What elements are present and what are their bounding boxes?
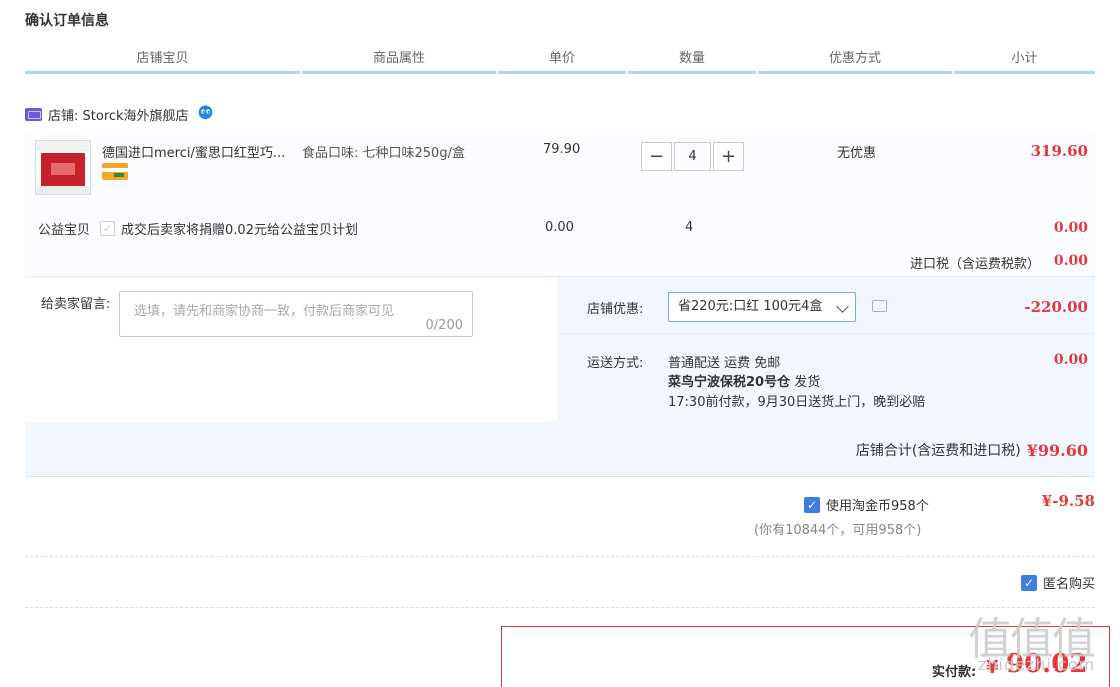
col-header-discount: 优惠方式 [758,48,952,74]
unit-price: 79.90 [543,142,581,157]
divider [25,556,1095,557]
order-options-block: 给卖家留言: 选填，请先和商家协商一致，付款后商家可见 0/200 店铺优惠: … [25,276,1095,477]
page-title: 确认订单信息 [25,13,109,29]
anonymous-label: 匿名购买 [1042,577,1095,592]
charity-text: 成交后卖家将捐赠0.02元给公益宝贝计划 [121,223,358,238]
import-tax-label: 进口税（含运费税款） [909,257,1040,272]
chevron-down-icon [836,300,849,313]
shop-coupon-select[interactable]: 省220元:口红 100元4盒 [668,292,856,322]
shipping-row: 运送方式: 普通配送 运费 免邮 菜鸟宁波保税20号仓 发货 17:30前付款，… [560,334,1095,422]
item-subtotal: 319.60 [1030,142,1088,160]
payment-card-icon [102,163,128,180]
promotion-text: 无优惠 [837,146,877,161]
product-title[interactable]: 德国进口merci/蜜思口红型巧... [102,142,292,161]
shop-coupon-label: 店铺优惠: [587,302,644,317]
warehouse-dispatch: 发货 [794,375,821,390]
charity-label: 公益宝贝 [38,223,91,238]
anonymous-purchase-row[interactable]: ✓ 匿名购买 [1020,573,1095,592]
quantity-plus-button[interactable]: + [713,142,744,171]
shop-total-value: ¥99.60 [1026,440,1088,460]
quantity-input[interactable]: 4 [674,142,711,171]
seller-message-counter: 0/200 [425,318,463,333]
product-attribute: 食品口味: 七种口味250g/盒 [302,146,465,161]
shop-name[interactable]: 店铺: Storck海外旗舰店 [48,105,189,124]
column-headers: 店铺宝贝 商品属性 单价 数量 优惠方式 小计 [25,48,1095,74]
shop-row: 店铺: Storck海外旗舰店 [25,102,214,126]
shop-total: 店铺合计(含运费和进口税) ¥99.60 [856,440,1088,460]
shipping-label: 运送方式: [587,356,644,371]
taojinbi-note: (你有10844个，可用958个) [754,523,922,538]
taojinbi-label: 使用淘金币958个 [826,499,929,514]
shop-coupon-value: -220.00 [1024,298,1088,316]
order-item-block: 德国进口merci/蜜思口红型巧... 食品口味: 七种口味250g/盒 79.… [25,132,1095,276]
col-header-subtotal: 小计 [954,48,1095,74]
quantity-minus-button[interactable]: − [641,142,672,171]
charity-subtotal: 0.00 [1053,220,1088,236]
charity-quantity: 4 [685,220,694,235]
message-bubble-icon[interactable] [872,300,887,312]
quantity-stepper: − 4 + [641,142,744,171]
taojinbi-row[interactable]: ✓ 使用淘金币958个 [804,495,929,514]
anonymous-checkbox[interactable]: ✓ [1020,574,1037,591]
taojinbi-checkbox[interactable]: ✓ [804,496,820,513]
import-tax-value: 0.00 [1053,253,1088,269]
shop-coupon-row: 店铺优惠: 省220元:口红 100元4盒 -220.00 [560,277,1095,334]
wangwang-chat-icon[interactable] [197,103,214,120]
shipping-method: 普通配送 运费 免邮 [668,356,781,371]
seller-message-placeholder: 选填，请先和商家协商一致，付款后商家可见 [134,304,395,319]
charity-checkbox: ✓ [100,221,116,236]
col-header-quantity: 数量 [628,48,756,74]
payment-label: 实付款: [932,665,977,680]
tmall-shop-icon [25,107,42,121]
col-header-attributes: 商品属性 [302,48,496,74]
warehouse-name: 菜鸟宁波保税20号仓 [668,375,791,390]
seller-message-input[interactable]: 选填，请先和商家协商一致，付款后商家可见 0/200 [119,291,473,337]
shipping-fee: 0.00 [1053,352,1088,368]
charity-price: 0.00 [545,220,574,235]
seller-message-area: 给卖家留言: 选填，请先和商家协商一致，付款后商家可见 0/200 [25,277,559,422]
payment-summary-box: 实付款: ¥ 90.02 [501,626,1110,687]
payment-currency: ¥ [986,657,999,678]
shipping-promise: 17:30前付款，9月30日送货上门，晚到必赔 [668,395,926,410]
shop-coupon-selected: 省220元:口红 100元4盒 [678,299,823,314]
seller-message-label: 给卖家留言: [41,297,111,312]
divider [25,607,1095,608]
payment-amount: 90.02 [1006,649,1088,679]
col-header-shop-item: 店铺宝贝 [25,48,300,74]
shipping-warehouse: 菜鸟宁波保税20号仓 发货 [668,371,820,390]
col-header-unit-price: 单价 [498,48,626,74]
product-thumbnail[interactable] [35,140,91,195]
taojinbi-value: ¥-9.58 [1041,492,1095,510]
shop-total-label: 店铺合计(含运费和进口税) [855,443,1021,459]
charity-row: 公益宝贝 ✓ 成交后卖家将捐赠0.02元给公益宝贝计划 [38,219,358,238]
